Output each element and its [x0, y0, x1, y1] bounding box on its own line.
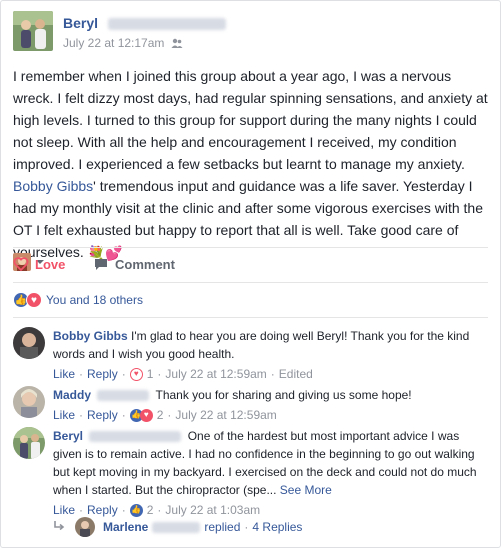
- post-body: I remember when I joined this group abou…: [13, 65, 491, 264]
- meta-separator: ·: [244, 520, 249, 534]
- post-card: Beryl July 22 at 12:17am I remember when…: [0, 0, 501, 548]
- post-timestamp[interactable]: July 22 at 12:17am: [63, 36, 183, 50]
- post-body-part-1: I remember when I joined this group abou…: [13, 68, 488, 172]
- replies-summary[interactable]: Marlene replied · 4 Replies: [53, 517, 302, 537]
- love-reaction-icon[interactable]: ♥: [129, 367, 143, 381]
- mention-link[interactable]: Bobby Gibbs: [13, 178, 93, 194]
- commenter-name[interactable]: Bobby Gibbs: [53, 329, 128, 343]
- commenter-avatar[interactable]: [13, 427, 45, 459]
- comment-content: Maddy Thank you for sharing and giving u…: [53, 386, 489, 404]
- comment-bubble-icon: [95, 259, 107, 270]
- actions-divider-bottom: [13, 282, 488, 283]
- comment-reply-link[interactable]: Reply: [87, 406, 118, 424]
- author-avatar[interactable]: [13, 11, 53, 51]
- meta-separator: ·: [79, 367, 84, 381]
- love-button[interactable]: Love: [13, 253, 65, 275]
- meta-separator: ·: [121, 367, 126, 381]
- comment-reaction-count[interactable]: 1: [147, 365, 154, 383]
- comment-reaction-count[interactable]: 2: [157, 406, 164, 424]
- see-more-link[interactable]: See More: [280, 483, 332, 497]
- meta-separator: ·: [157, 367, 162, 381]
- redacted-surname: [89, 431, 182, 443]
- love-reaction-icon[interactable]: ♥: [139, 408, 153, 422]
- comment-body: Bobby Gibbs I'm glad to hear you are doi…: [53, 327, 489, 383]
- comment-label: Comment: [115, 256, 175, 272]
- comment-content: Beryl One of the hardest but most import…: [53, 427, 489, 499]
- post-timestamp-text[interactable]: July 22 at 12:17am: [63, 36, 164, 50]
- edited-label[interactable]: Edited: [279, 365, 313, 383]
- audience-group-icon[interactable]: [171, 37, 183, 49]
- comments-divider: [13, 317, 488, 318]
- commenter-avatar[interactable]: [13, 327, 45, 359]
- meta-separator: ·: [167, 408, 172, 422]
- redacted-surname: [97, 390, 150, 402]
- commenter-name[interactable]: Beryl: [53, 429, 83, 443]
- like-reaction-icon[interactable]: 👍: [129, 503, 143, 517]
- reactions-summary[interactable]: 👍 ♥ You and 18 others: [13, 292, 143, 308]
- meta-separator: ·: [270, 367, 275, 381]
- replier-avatar[interactable]: [75, 517, 95, 537]
- replier-name[interactable]: Marlene: [103, 520, 148, 534]
- love-reaction-icon: ♥: [26, 292, 42, 308]
- meta-separator: ·: [121, 408, 126, 422]
- comment-button[interactable]: Comment: [93, 253, 175, 275]
- comment-meta: Like · Reply · 👍 ♥ 2 · July 22 at 12:59a…: [53, 406, 489, 424]
- comment-reply-link[interactable]: Reply: [87, 365, 118, 383]
- commenter-name[interactable]: Maddy: [53, 388, 91, 402]
- comment-text: Thank you for sharing and giving us some…: [155, 388, 412, 402]
- replies-count-link[interactable]: 4 Replies: [252, 520, 302, 534]
- commenter-avatar[interactable]: [13, 386, 45, 418]
- comment-like-link[interactable]: Like: [53, 365, 75, 383]
- comment-content: Bobby Gibbs I'm glad to hear you are doi…: [53, 327, 489, 363]
- author-first-name[interactable]: Beryl: [63, 15, 98, 31]
- love-label: Love: [35, 256, 66, 272]
- comment-like-link[interactable]: Like: [53, 406, 75, 424]
- comment-time[interactable]: July 22 at 12:59am: [175, 406, 276, 424]
- meta-separator: ·: [79, 408, 84, 422]
- replied-label[interactable]: replied: [204, 520, 240, 534]
- redacted-surname: [152, 521, 201, 533]
- reply-arrow-icon: [53, 520, 65, 535]
- post-as-selector[interactable]: [13, 253, 491, 271]
- redacted-surname: [107, 18, 226, 31]
- comment-meta: Like · Reply · ♥ 1 · July 22 at 12:59am …: [53, 365, 489, 383]
- post-actions-bar: Love Comment: [13, 253, 491, 277]
- comment-body: Beryl One of the hardest but most import…: [53, 427, 489, 519]
- love-heart-icon: [13, 257, 29, 272]
- actions-divider-top: [13, 247, 488, 248]
- reactions-text[interactable]: You and 18 others: [46, 293, 143, 307]
- comment-body: Maddy Thank you for sharing and giving u…: [53, 386, 489, 424]
- comment-time[interactable]: July 22 at 12:59am: [165, 365, 266, 383]
- author-name[interactable]: Beryl: [63, 15, 226, 31]
